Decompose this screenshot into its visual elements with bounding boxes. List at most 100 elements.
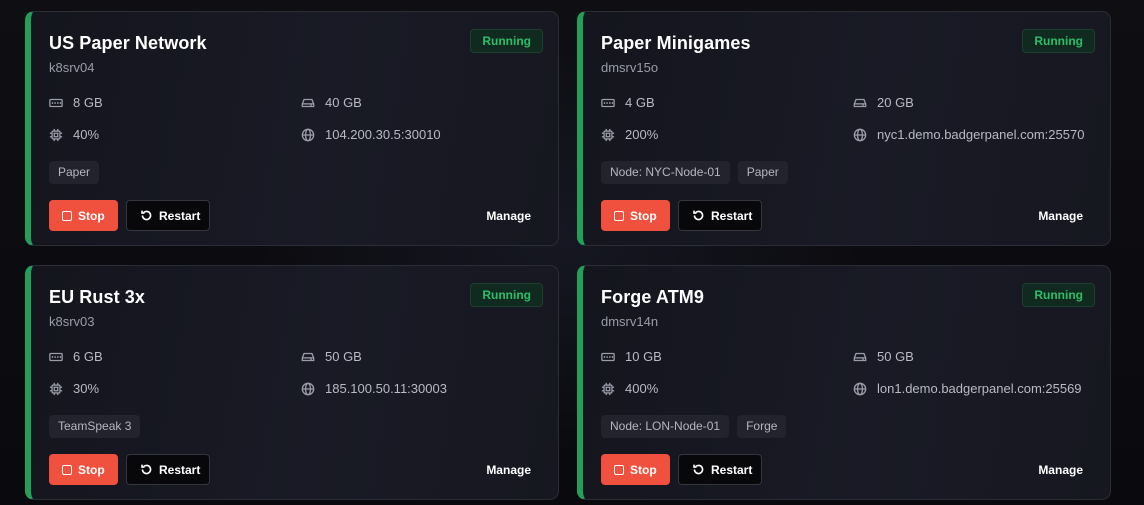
disk-stat: 20 GB xyxy=(853,95,914,110)
server-card: Forge ATM9 dmsrv14n Running 10 GB 50 GB … xyxy=(577,265,1111,500)
tag-list: Paper xyxy=(49,161,100,184)
disk-stat: 50 GB xyxy=(853,349,914,364)
globe-icon xyxy=(301,382,315,395)
restart-icon xyxy=(693,464,704,475)
disk-value: 20 GB xyxy=(877,95,914,110)
memory-icon xyxy=(49,98,63,107)
server-name: Forge ATM9 xyxy=(601,287,704,307)
server-card: EU Rust 3x k8srv03 Running 6 GB 50 GB 30… xyxy=(25,265,559,500)
stop-button[interactable]: Stop xyxy=(49,454,118,485)
disk-value: 50 GB xyxy=(325,349,362,364)
server-name: Paper Minigames xyxy=(601,33,751,53)
cpu-icon xyxy=(601,128,615,141)
memory-icon xyxy=(49,352,63,361)
manage-button[interactable]: Manage xyxy=(486,463,531,477)
server-card: US Paper Network k8srv04 Running 8 GB 40… xyxy=(25,11,559,246)
address-value[interactable]: lon1.demo.badgerpanel.com:25569 xyxy=(877,381,1082,396)
restart-button[interactable]: Restart xyxy=(678,200,762,231)
status-badge: Running xyxy=(470,29,543,53)
address-stat: nyc1.demo.badgerpanel.com:25570 xyxy=(853,127,1084,142)
tag: Node: NYC-Node-01 xyxy=(601,161,730,184)
disk-value: 40 GB xyxy=(325,95,362,110)
stop-label: Stop xyxy=(78,208,105,223)
restart-button[interactable]: Restart xyxy=(126,454,210,485)
stop-button[interactable]: Stop xyxy=(601,454,670,485)
server-id: k8srv04 xyxy=(49,60,95,75)
tag: Forge xyxy=(737,415,787,438)
globe-icon xyxy=(853,128,867,141)
restart-label: Restart xyxy=(159,208,201,223)
disk-stat: 40 GB xyxy=(301,95,362,110)
address-value[interactable]: nyc1.demo.badgerpanel.com:25570 xyxy=(877,127,1084,142)
disk-value: 50 GB xyxy=(877,349,914,364)
ram-stat: 10 GB xyxy=(601,349,662,364)
stop-square-icon xyxy=(614,210,624,221)
cpu-icon xyxy=(49,128,63,141)
hard-drive-icon xyxy=(853,98,867,107)
cpu-stat: 40% xyxy=(49,127,99,142)
disk-stat: 50 GB xyxy=(301,349,362,364)
restart-label: Restart xyxy=(159,462,201,477)
manage-button[interactable]: Manage xyxy=(1038,463,1083,477)
cpu-stat: 200% xyxy=(601,127,658,142)
stop-label: Stop xyxy=(630,462,657,477)
memory-icon xyxy=(601,352,615,361)
address-stat: lon1.demo.badgerpanel.com:25569 xyxy=(853,381,1082,396)
ram-value: 10 GB xyxy=(625,349,662,364)
server-name: US Paper Network xyxy=(49,33,207,53)
restart-button[interactable]: Restart xyxy=(126,200,210,231)
ram-stat: 4 GB xyxy=(601,95,655,110)
ram-value: 4 GB xyxy=(625,95,655,110)
ram-value: 8 GB xyxy=(73,95,103,110)
manage-button[interactable]: Manage xyxy=(486,209,531,223)
hard-drive-icon xyxy=(853,352,867,361)
hard-drive-icon xyxy=(301,98,315,107)
tag-list: TeamSpeak 3 xyxy=(49,415,141,438)
address-stat: 104.200.30.5:30010 xyxy=(301,127,441,142)
stop-square-icon xyxy=(62,210,72,221)
globe-icon xyxy=(853,382,867,395)
status-badge: Running xyxy=(470,283,543,307)
globe-icon xyxy=(301,128,315,141)
restart-button[interactable]: Restart xyxy=(678,454,762,485)
stop-label: Stop xyxy=(78,462,105,477)
manage-button[interactable]: Manage xyxy=(1038,209,1083,223)
memory-icon xyxy=(601,98,615,107)
restart-icon xyxy=(141,464,152,475)
tag-list: Node: NYC-Node-01 Paper xyxy=(601,161,788,184)
server-id: dmsrv14n xyxy=(601,314,659,329)
cpu-value: 40% xyxy=(73,127,100,142)
cpu-stat: 30% xyxy=(49,381,99,396)
tag: Paper xyxy=(49,161,100,184)
tag: TeamSpeak 3 xyxy=(49,415,141,438)
server-id: dmsrv15o xyxy=(601,60,659,75)
status-badge: Running xyxy=(1022,283,1095,307)
stop-button[interactable]: Stop xyxy=(49,200,118,231)
address-stat: 185.100.50.11:30003 xyxy=(301,381,447,396)
restart-icon xyxy=(693,210,704,221)
server-card: Paper Minigames dmsrv15o Running 4 GB 20… xyxy=(577,11,1111,246)
cpu-value: 200% xyxy=(625,127,659,142)
server-id: k8srv03 xyxy=(49,314,95,329)
cpu-value: 30% xyxy=(73,381,100,396)
tag: Node: LON-Node-01 xyxy=(601,415,730,438)
ram-value: 6 GB xyxy=(73,349,103,364)
tag-list: Node: LON-Node-01 Forge xyxy=(601,415,787,438)
restart-label: Restart xyxy=(711,462,753,477)
cpu-stat: 400% xyxy=(601,381,658,396)
ram-stat: 8 GB xyxy=(49,95,103,110)
hard-drive-icon xyxy=(301,352,315,361)
stop-label: Stop xyxy=(630,208,657,223)
stop-button[interactable]: Stop xyxy=(601,200,670,231)
server-name: EU Rust 3x xyxy=(49,287,146,307)
address-value[interactable]: 104.200.30.5:30010 xyxy=(325,127,441,142)
cpu-icon xyxy=(601,382,615,395)
restart-label: Restart xyxy=(711,208,753,223)
address-value[interactable]: 185.100.50.11:30003 xyxy=(325,381,447,396)
restart-icon xyxy=(141,210,152,221)
ram-stat: 6 GB xyxy=(49,349,103,364)
stop-square-icon xyxy=(62,464,72,475)
cpu-value: 400% xyxy=(625,381,659,396)
cpu-icon xyxy=(49,382,63,395)
stop-square-icon xyxy=(614,464,624,475)
